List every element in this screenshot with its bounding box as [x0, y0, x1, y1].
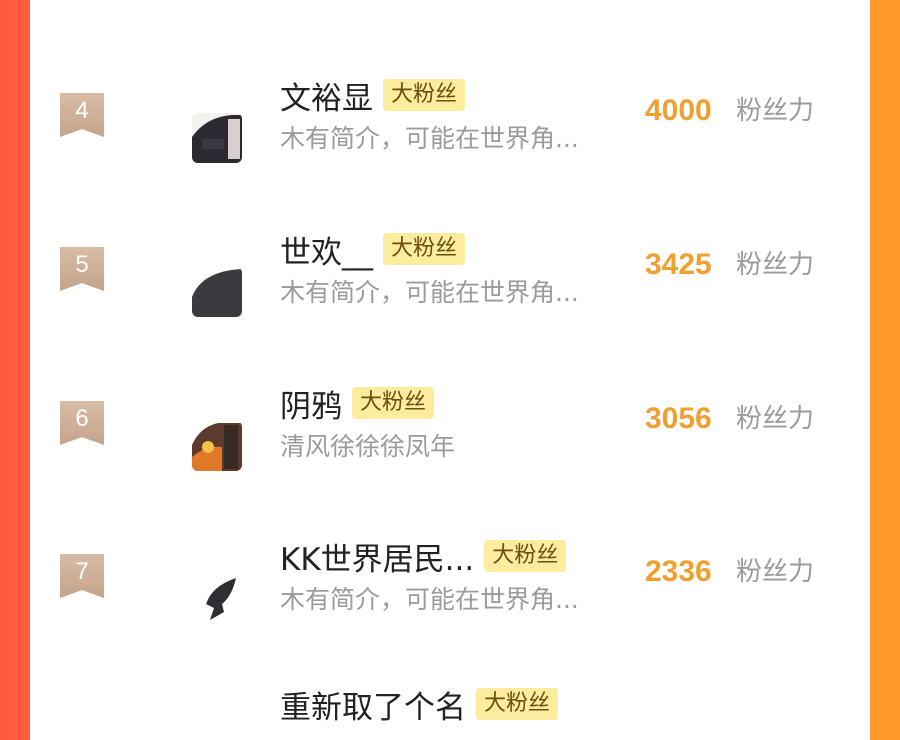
- list-item[interactable]: 6 阴鸦 大粉丝 清风徐徐徐凤年 3056 粉丝力: [30, 387, 870, 551]
- user-bio: 木有简介，可能在世界角...: [280, 278, 579, 307]
- user-name[interactable]: 阴鸦: [280, 381, 342, 426]
- avatar[interactable]: [192, 267, 242, 317]
- rank-number: 6: [75, 405, 89, 432]
- fan-power-score: 2336: [645, 555, 712, 588]
- fan-power-score: 3425: [645, 248, 712, 281]
- fan-level-badge: 大粉丝: [383, 233, 466, 265]
- user-name[interactable]: 世欢__: [280, 227, 373, 272]
- user-bio: 木有简介，可能在世界角...: [280, 124, 579, 153]
- rank-badge: 6: [60, 401, 104, 445]
- list-item-partial[interactable]: 重新取了个名 大粉丝: [280, 682, 559, 727]
- fan-level-badge: 大粉丝: [352, 387, 435, 419]
- fan-level-badge: 大粉丝: [484, 540, 567, 572]
- fan-power-score: 3056: [645, 402, 712, 435]
- avatar[interactable]: [192, 574, 242, 624]
- user-bio: 木有简介，可能在世界角...: [280, 585, 579, 614]
- fan-level-badge: 大粉丝: [383, 79, 466, 111]
- rank-badge: 4: [60, 93, 104, 137]
- rank-number: 4: [75, 97, 89, 124]
- rank-number: 5: [75, 251, 89, 278]
- user-name[interactable]: 重新取了个名: [280, 682, 466, 727]
- fan-level-badge: 大粉丝: [476, 688, 559, 720]
- list-item[interactable]: 4 文裕显 大粉丝 木有简介，可能在世界角... 4000 粉丝力: [30, 79, 870, 243]
- user-name[interactable]: 文裕显: [280, 73, 373, 118]
- rank-badge: 7: [60, 554, 104, 598]
- user-bio: 清风徐徐徐凤年: [280, 432, 456, 461]
- fan-power-label: 粉丝力: [736, 96, 815, 126]
- rank-badge: 5: [60, 247, 104, 291]
- fan-power-label: 粉丝力: [736, 557, 815, 587]
- fan-power-label: 粉丝力: [736, 250, 815, 280]
- list-item[interactable]: 5 世欢__ 大粉丝 木有简介，可能在世界角... 3425 粉丝力: [30, 233, 870, 397]
- user-name[interactable]: KK世界居民...: [280, 534, 474, 579]
- avatar[interactable]: [192, 421, 242, 471]
- rank-number: 7: [75, 558, 89, 585]
- avatar[interactable]: [192, 113, 242, 163]
- fan-power-score: 4000: [645, 94, 712, 127]
- fan-ranking-panel: 4 文裕显 大粉丝 木有简介，可能在世界角... 4000 粉丝力 5 世欢__…: [30, 0, 870, 740]
- fan-power-label: 粉丝力: [736, 404, 815, 434]
